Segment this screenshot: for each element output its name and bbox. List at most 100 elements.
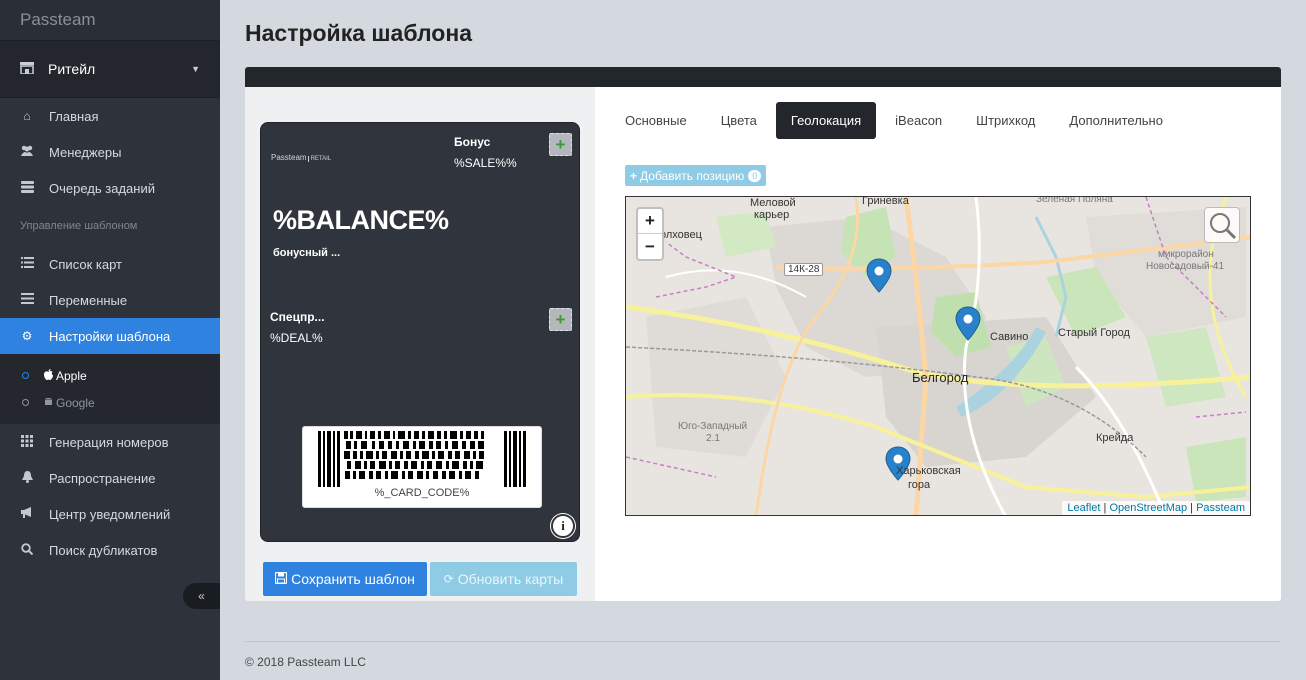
sidebar-item-jobs[interactable]: Очередь заданий	[0, 170, 220, 206]
subnav-label: Google	[56, 395, 95, 410]
secondary-field-label[interactable]: Спецпр...	[270, 310, 325, 324]
sidebar-item-card-list[interactable]: Список карт	[0, 246, 220, 282]
sidebar: Passteam Ритейл ▼ ⌂ Главная Менеджеры Оч…	[0, 0, 220, 680]
map-label: 2.1	[706, 433, 720, 444]
sidebar-item-label: Центр уведомлений	[49, 506, 171, 522]
zoom-in-button[interactable]: +	[638, 209, 662, 234]
dot-icon	[22, 372, 29, 379]
road-number-label: 14К-28	[784, 263, 824, 276]
tab-ibeacon[interactable]: iBeacon	[880, 102, 957, 139]
map[interactable]: Меловой карьер Гриневка Зеленая Поляна о…	[625, 196, 1251, 516]
osm-link[interactable]: OpenStreetMap	[1109, 502, 1187, 514]
plus-icon: +	[630, 168, 638, 183]
users-icon	[20, 145, 34, 159]
search-icon	[1210, 213, 1237, 240]
sidebar-item-label: Менеджеры	[49, 144, 122, 160]
position-count-badge: 0	[748, 169, 762, 182]
pass-logo-main: Passteam	[271, 153, 307, 162]
pass-card: Passteam RETAIL Бонус %SALE%% + %BALANCE%…	[260, 122, 580, 542]
gear-icon: ⚙	[21, 329, 33, 343]
add-position-label: Добавить позицию	[640, 168, 745, 183]
sidebar-item-managers[interactable]: Менеджеры	[0, 134, 220, 170]
sidebar-item-label: Главная	[49, 108, 99, 124]
map-label: Савино	[990, 331, 1029, 343]
save-button-label: Сохранить шаблон	[291, 571, 415, 587]
store-icon	[20, 61, 34, 77]
chevron-down-icon: ▼	[191, 64, 200, 74]
barcode-icon	[318, 431, 526, 487]
sidebar-collapse-button[interactable]: «	[183, 583, 220, 609]
map-attribution: Leaflet | OpenStreetMap | Passteam	[1062, 501, 1250, 515]
sidebar-item-home[interactable]: ⌂ Главная	[0, 98, 220, 134]
sidebar-item-notifications[interactable]: Центр уведомлений	[0, 496, 220, 532]
refresh-button-label: Обновить карты	[457, 571, 564, 587]
refresh-cards-button[interactable]: ⟳ Обновить карты	[430, 562, 577, 596]
save-icon	[275, 571, 288, 587]
map-label: олховец	[660, 229, 702, 241]
map-label: Юго-Западный	[678, 421, 748, 432]
dot-icon	[22, 399, 29, 406]
apple-icon	[44, 368, 53, 383]
refresh-icon: ⟳	[443, 572, 454, 586]
search-icon	[20, 542, 34, 558]
sidebar-item-distribution[interactable]: Распространение	[0, 460, 220, 496]
map-label: Меловой	[750, 197, 796, 209]
sidebar-item-variables[interactable]: Переменные	[0, 282, 220, 318]
tab-barcode[interactable]: Штрихкод	[961, 102, 1050, 139]
org-label: Ритейл	[48, 61, 96, 77]
map-label: Зеленая Поляна	[1036, 196, 1113, 205]
grid-icon	[20, 434, 34, 450]
pass-logo[interactable]: Passteam RETAIL	[271, 153, 332, 162]
map-label: Старый Город	[1058, 327, 1130, 339]
subnav-item-google[interactable]: Google	[0, 389, 220, 416]
lines-icon	[20, 293, 34, 307]
footer-copyright: © 2018 Passteam LLC	[245, 655, 366, 669]
sidebar-item-duplicates[interactable]: Поиск дубликатов	[0, 532, 220, 568]
sidebar-item-number-generation[interactable]: Генерация номеров	[0, 424, 220, 460]
map-label-city: Белгород	[912, 370, 969, 385]
section-header: Управление шаблоном	[20, 220, 138, 232]
primary-field-label[interactable]: бонусный ...	[273, 247, 340, 259]
page-title: Настройка шаблона	[245, 20, 473, 46]
header-field-label[interactable]: Бонус	[454, 135, 490, 149]
tab-basic[interactable]: Основные	[610, 102, 702, 139]
list-icon	[20, 257, 34, 271]
org-selector[interactable]: Ритейл ▼	[0, 40, 220, 98]
panel-header	[245, 67, 1281, 87]
save-template-button[interactable]: Сохранить шаблон	[263, 562, 427, 596]
tab-additional[interactable]: Дополнительно	[1054, 102, 1178, 139]
map-label: Гриневка	[862, 196, 909, 207]
barcode[interactable]: %_CARD_CODE%	[302, 426, 542, 508]
android-icon	[44, 396, 53, 410]
preview-pane: Passteam RETAIL Бонус %SALE%% + %BALANCE%…	[245, 87, 595, 601]
template-panel: Passteam RETAIL Бонус %SALE%% + %BALANCE%…	[245, 67, 1281, 601]
primary-field-value[interactable]: %BALANCE%	[273, 205, 449, 236]
secondary-field-value[interactable]: %DEAL%	[270, 331, 323, 345]
subnav-item-apple[interactable]: Apple	[0, 362, 220, 389]
map-search-button[interactable]	[1204, 207, 1240, 243]
subnav-label: Apple	[56, 368, 87, 383]
tab-colors[interactable]: Цвета	[706, 102, 772, 139]
map-label: карьер	[754, 209, 790, 221]
megaphone-icon	[20, 507, 34, 521]
brand-logo[interactable]: Passteam	[0, 0, 220, 40]
barcode-text: %_CARD_CODE%	[374, 487, 470, 499]
subnav: Apple Google	[0, 354, 220, 424]
settings-tabs: Основные Цвета Геолокация iBeacon Штрихк…	[610, 102, 1182, 139]
add-header-field-button[interactable]: +	[549, 133, 572, 156]
passteam-link[interactable]: Passteam	[1196, 502, 1245, 514]
sidebar-item-template-settings[interactable]: ⚙ Настройки шаблона	[0, 318, 220, 354]
home-icon: ⌂	[23, 109, 31, 123]
sidebar-item-label: Распространение	[49, 470, 156, 486]
sidebar-item-label: Настройки шаблона	[49, 328, 171, 344]
tab-geolocation[interactable]: Геолокация	[775, 102, 877, 139]
map-label: Новосадовый-41	[1146, 261, 1225, 272]
zoom-control: + −	[636, 207, 664, 261]
add-position-button[interactable]: + Добавить позицию 0	[625, 165, 767, 186]
zoom-out-button[interactable]: −	[638, 234, 662, 259]
sidebar-item-label: Переменные	[49, 292, 128, 308]
info-icon[interactable]: i	[551, 514, 575, 538]
leaflet-link[interactable]: Leaflet	[1067, 502, 1100, 514]
add-secondary-field-button[interactable]: +	[549, 308, 572, 331]
header-field-value[interactable]: %SALE%%	[454, 156, 517, 170]
